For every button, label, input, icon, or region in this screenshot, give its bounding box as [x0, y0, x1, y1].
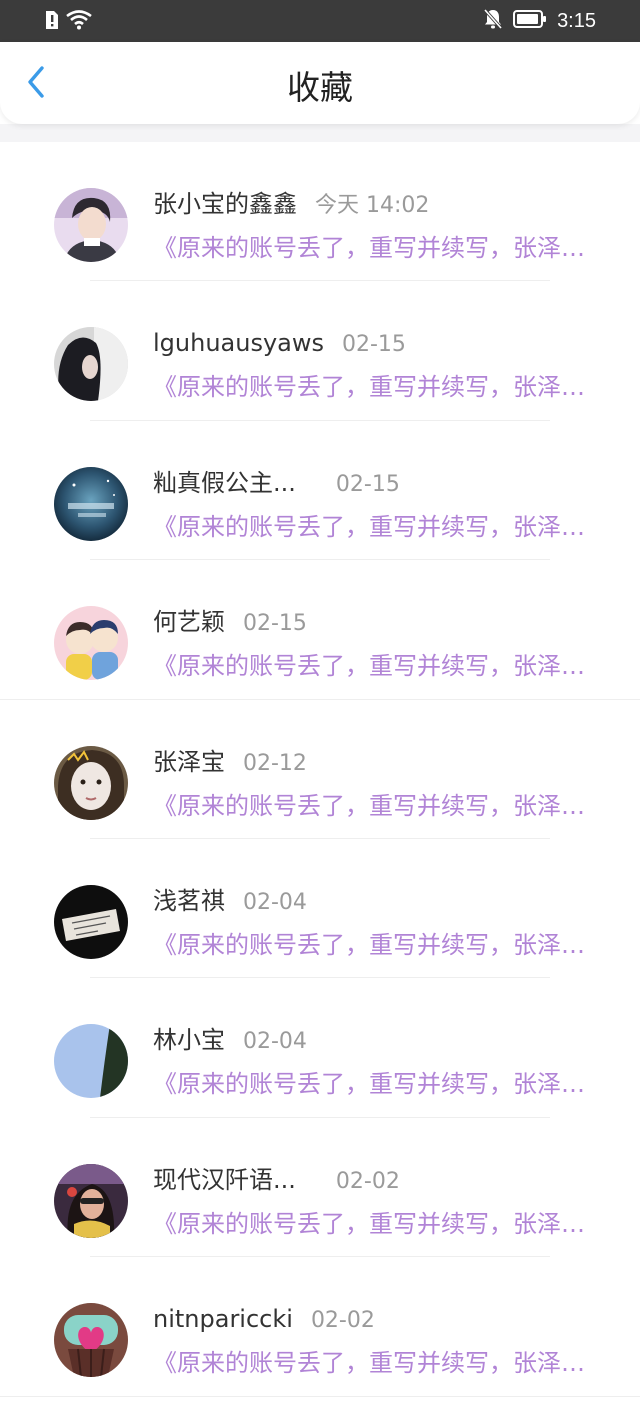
item-snippet: 《原来的账号丢了，重写并续写，张泽宝》	[153, 791, 593, 820]
item-snippet: 《原来的账号丢了，重写并续写，张泽宝》	[153, 234, 593, 262]
item-date: 02-04	[243, 889, 307, 915]
item-header: nitnpariccki 02-02	[153, 1303, 375, 1335]
item-header: 籼真假公主... 02-15	[153, 467, 400, 499]
item-name: 现代汉阡语...	[153, 1165, 296, 1194]
list-item[interactable]: 张泽宝 02-12 《原来的账号丢了，重写并续写，张泽宝》	[0, 700, 640, 839]
avatar[interactable]	[54, 188, 128, 262]
divider	[0, 1395, 640, 1397]
avatar[interactable]	[54, 745, 128, 820]
item-date: 02-15	[243, 611, 307, 637]
list-item[interactable]: 张小宝的鑫鑫 今天 14:02 《原来的账号丢了，重写并续写，张泽宝》	[0, 142, 640, 282]
list-item[interactable]: 现代汉阡语... 02-02 《原来的账号丢了，重写并续写，张泽宝》	[0, 1118, 640, 1258]
item-date: 02-04	[243, 1029, 307, 1055]
item-name: 籼真假公主...	[153, 468, 296, 497]
item-name: lguhuausyaws	[153, 329, 324, 358]
item-header: 现代汉阡语... 02-02	[153, 1164, 400, 1196]
list-item[interactable]: 林小宝 02-04 《原来的账号丢了，重写并续写，张泽宝》	[0, 978, 640, 1118]
item-name: 何艺颖	[153, 608, 225, 637]
avatar[interactable]	[54, 606, 128, 681]
item-snippet: 《原来的账号丢了，重写并续写，张泽宝》	[153, 373, 593, 402]
notifications-off-icon	[483, 8, 503, 34]
list-item[interactable]: lguhuausyaws 02-15 《原来的账号丢了，重写并续写，张泽宝》	[0, 281, 640, 421]
list-item[interactable]: 籼真假公主... 02-15 《原来的账号丢了，重写并续写，张泽宝》	[0, 421, 640, 561]
battery-icon	[513, 9, 547, 33]
list-item[interactable]: nitnpariccki 02-02 《原来的账号丢了，重写并续写，张泽宝》	[0, 1257, 640, 1397]
item-name: 张小宝的鑫鑫	[153, 190, 297, 218]
list-item[interactable]: 浅茗祺 02-04 《原来的账号丢了，重写并续写，张泽宝》	[0, 839, 640, 979]
header-separator	[0, 124, 640, 142]
favorites-list: 张小宝的鑫鑫 今天 14:02 《原来的账号丢了，重写并续写，张泽宝》 lguh…	[0, 142, 640, 1397]
item-name: 浅茗祺	[153, 886, 225, 915]
status-left-icons	[44, 10, 92, 34]
item-header: 何艺颖 02-15	[153, 606, 307, 638]
avatar[interactable]	[54, 327, 128, 402]
item-name: 林小宝	[153, 1026, 225, 1055]
item-header: 浅茗祺 02-04	[153, 885, 307, 917]
item-snippet: 《原来的账号丢了，重写并续写，张泽宝》	[153, 1070, 593, 1099]
page-title: 收藏	[287, 68, 353, 107]
item-header: 林小宝 02-04	[153, 1024, 307, 1056]
wifi-icon	[66, 10, 92, 34]
item-date: 02-15	[342, 332, 406, 358]
status-bar: 3:15	[0, 0, 640, 42]
item-header: 张小宝的鑫鑫 今天 14:02	[153, 188, 429, 220]
item-name: 张泽宝	[153, 747, 225, 776]
item-name: nitnpariccki	[153, 1305, 293, 1334]
item-snippet: 《原来的账号丢了，重写并续写，张泽宝》	[153, 1349, 593, 1378]
item-date: 02-02	[335, 1168, 400, 1194]
status-time: 3:15	[557, 10, 596, 32]
status-right-icons: 3:15	[483, 8, 596, 34]
avatar[interactable]	[54, 466, 128, 541]
item-snippet: 《原来的账号丢了，重写并续写，张泽宝》	[153, 652, 593, 681]
item-snippet: 《原来的账号丢了，重写并续写，张泽宝》	[153, 930, 593, 959]
avatar[interactable]	[54, 1163, 128, 1238]
item-date: 02-12	[243, 750, 307, 776]
app-header: 收藏	[0, 42, 640, 124]
avatar[interactable]	[54, 1303, 128, 1378]
avatar[interactable]	[54, 884, 128, 959]
item-date: 今天 14:02	[315, 193, 430, 218]
item-snippet: 《原来的账号丢了，重写并续写，张泽宝》	[153, 1209, 593, 1238]
item-header: lguhuausyaws 02-15	[153, 327, 406, 359]
item-header: 张泽宝 02-12	[153, 746, 307, 778]
item-date: 02-02	[310, 1308, 375, 1334]
item-date: 02-15	[335, 471, 400, 497]
sim-alert-icon	[44, 10, 60, 34]
list-item[interactable]: 何艺颖 02-15 《原来的账号丢了，重写并续写，张泽宝》	[0, 560, 640, 700]
avatar[interactable]	[54, 1024, 128, 1099]
item-snippet: 《原来的账号丢了，重写并续写，张泽宝》	[153, 512, 593, 541]
